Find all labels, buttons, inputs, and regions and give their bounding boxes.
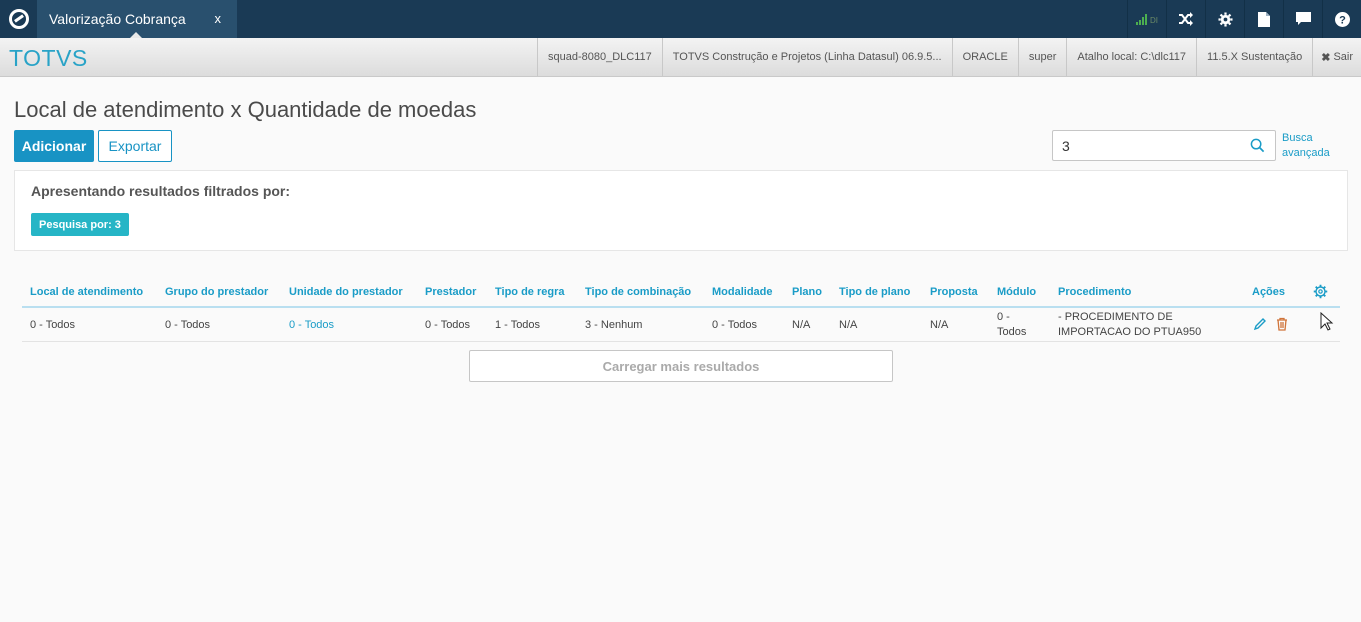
brand-logo: TOTVS (9, 45, 88, 71)
search-icon[interactable] (1250, 138, 1265, 153)
exit-button[interactable]: ✖ Sair (1312, 38, 1361, 76)
tab-valorizacao-cobranca[interactable]: Valorização Cobrança x (37, 0, 237, 39)
cell-tipo-regra: 1 - Todos (495, 319, 541, 331)
search-input[interactable]: 3 (1052, 130, 1276, 161)
col-plano[interactable]: Plano (792, 286, 822, 298)
cell-tipo-combinacao: 3 - Nenhum (585, 319, 643, 331)
cell-grupo: 0 - Todos (165, 319, 211, 331)
delete-icon[interactable] (1275, 317, 1289, 331)
toolbar-icons: DI ? (1127, 0, 1361, 38)
col-tipo-combinacao[interactable]: Tipo de combinação (585, 286, 691, 298)
exit-label: Sair (1333, 51, 1353, 63)
edit-icon[interactable] (1253, 317, 1267, 331)
info-product: TOTVS Construção e Projetos (Linha Datas… (661, 38, 952, 76)
col-tipo-regra[interactable]: Tipo de regra (495, 286, 564, 298)
col-grupo[interactable]: Grupo do prestador (165, 286, 268, 298)
cell-plano: N/A (792, 319, 811, 331)
export-button[interactable]: Exportar (98, 130, 172, 162)
totvs-logo-icon[interactable] (0, 0, 37, 38)
page-title: Local de atendimento x Quantidade de moe… (14, 97, 477, 122)
top-bar: Valorização Cobrança x DI ? (0, 0, 1361, 39)
col-procedimento[interactable]: Procedimento (1058, 286, 1131, 298)
cell-modulo: 0 - Todos (997, 311, 1027, 338)
mouse-cursor-icon (1320, 312, 1334, 331)
cell-modalidade: 0 - Todos (712, 319, 758, 331)
col-acoes: Ações (1252, 286, 1286, 298)
info-shortcut: Atalho local: C:\dlc117 (1066, 38, 1196, 76)
cell-local: 0 - Todos (30, 319, 76, 331)
cell-proposta: N/A (930, 319, 949, 331)
tab-label: Valorização Cobrança (49, 11, 186, 27)
signal-icon: DI (1127, 0, 1166, 38)
signal-label: DI (1150, 16, 1158, 25)
col-modulo[interactable]: Módulo (997, 286, 1036, 298)
help-icon[interactable]: ? (1322, 0, 1361, 38)
help-glyph: ? (1339, 14, 1346, 26)
col-tipo-plano[interactable]: Tipo de plano (839, 286, 910, 298)
gear-icon[interactable] (1205, 0, 1244, 38)
info-server: squad-8080_DLC117 (537, 38, 662, 76)
col-local[interactable]: Local de atendimento (30, 286, 143, 298)
filter-panel: Apresentando resultados filtrados por: P… (14, 170, 1348, 251)
cell-procedimento: - PROCEDIMENTO DE IMPORTACAO DO PTUA950 (1058, 311, 1202, 338)
document-icon[interactable] (1244, 0, 1283, 38)
load-more-button[interactable]: Carregar mais resultados (469, 350, 893, 382)
col-proposta[interactable]: Proposta (930, 286, 978, 298)
context-info: squad-8080_DLC117 TOTVS Construção e Pro… (537, 38, 1361, 76)
info-version: 11.5.X Sustentação (1196, 38, 1312, 76)
search-value: 3 (1062, 138, 1070, 154)
table-row[interactable]: 0 - Todos 0 - Todos 0 - Todos 0 - Todos … (22, 308, 1340, 342)
info-database: ORACLE (951, 38, 1018, 76)
col-modalidade[interactable]: Modalidade (712, 286, 773, 298)
context-bar: TOTVS squad-8080_DLC117 TOTVS Construção… (0, 38, 1361, 77)
cell-prestador: 0 - Todos (425, 319, 471, 331)
add-button[interactable]: Adicionar (14, 130, 94, 162)
close-icon: ✖ (1321, 51, 1331, 64)
results-table: Local de atendimento Grupo do prestador … (22, 278, 1340, 342)
col-prestador[interactable]: Prestador (425, 286, 476, 298)
advanced-search-link[interactable]: Busca avançada (1282, 131, 1352, 161)
col-unidade[interactable]: Unidade do prestador (289, 286, 403, 298)
info-user: super (1017, 38, 1067, 76)
shuffle-icon[interactable] (1166, 0, 1205, 38)
column-settings-icon[interactable] (1313, 284, 1328, 299)
cell-tipo-plano: N/A (839, 319, 858, 331)
cell-unidade-link[interactable]: 0 - Todos (289, 318, 334, 333)
filter-badge[interactable]: Pesquisa por: 3 (31, 213, 129, 236)
filter-title: Apresentando resultados filtrados por: (31, 183, 291, 199)
tab-close-button[interactable]: x (215, 11, 222, 26)
table-header: Local de atendimento Grupo do prestador … (22, 278, 1340, 308)
chat-icon[interactable] (1283, 0, 1322, 38)
